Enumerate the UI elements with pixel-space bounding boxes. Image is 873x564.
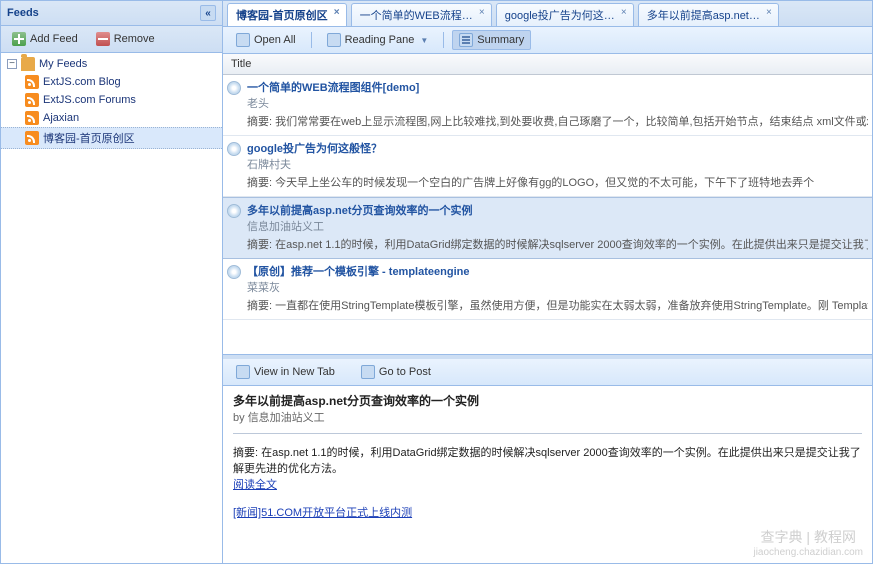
grid-row[interactable]: google投广告为何这般怪？ 石牌村夫 摘要: 今天早上坐公车的时候发现一个空… bbox=[223, 136, 872, 197]
summary-button[interactable]: Summary bbox=[452, 30, 531, 50]
row-content: 多年以前提高asp.net分页查询效率的一个实例 信息加油站义工 摘要: 在as… bbox=[247, 202, 868, 252]
row-content: google投广告为何这般怪？ 石牌村夫 摘要: 今天早上坐公车的时候发现一个空… bbox=[247, 140, 868, 190]
tab[interactable]: 多年以前提高asp.net… × bbox=[638, 3, 779, 26]
collapse-icon[interactable]: − bbox=[7, 59, 17, 69]
tab-label: 博客园-首页原创区 bbox=[236, 10, 328, 22]
separator bbox=[443, 32, 444, 48]
tab-close-icon[interactable]: × bbox=[331, 7, 343, 19]
tree-root-node[interactable]: − My Feeds bbox=[1, 55, 222, 73]
unread-icon bbox=[227, 81, 241, 95]
read-full-link[interactable]: 阅读全文 bbox=[233, 479, 277, 491]
feed-tree: − My Feeds ExtJS.com Blog ExtJS.com Foru… bbox=[1, 53, 222, 563]
remove-feed-label: Remove bbox=[114, 33, 155, 45]
add-feed-label: Add Feed bbox=[30, 33, 78, 45]
preview-title: 多年以前提高asp.net分页查询效率的一个实例 bbox=[233, 392, 862, 409]
row-title: 一个简单的WEB流程图组件[demo] bbox=[247, 79, 868, 95]
tab[interactable]: google投广告为何这… × bbox=[496, 3, 634, 26]
tree-root-label: My Feeds bbox=[39, 58, 87, 70]
preview-author-name: 信息加油站义工 bbox=[248, 412, 325, 424]
rss-icon bbox=[25, 75, 39, 89]
open-all-icon bbox=[236, 33, 250, 47]
tab-close-icon[interactable]: × bbox=[763, 7, 775, 19]
tab-label: 一个简单的WEB流程… bbox=[360, 10, 473, 22]
preview-body[interactable]: 多年以前提高asp.net分页查询效率的一个实例 by 信息加油站义工 摘要: … bbox=[223, 386, 872, 526]
row-summary: 摘要: 今天早上坐公车的时候发现一个空白的广告牌上好像有gg的LOGO，但又觉的… bbox=[247, 174, 868, 190]
feeds-panel-title: Feeds bbox=[7, 7, 39, 19]
feeds-panel: Feeds « Add Feed Remove − My Feeds ExtJS… bbox=[1, 1, 223, 563]
preview-toolbar: View in New Tab Go to Post bbox=[223, 359, 872, 386]
remove-feed-button[interactable]: Remove bbox=[89, 29, 162, 49]
grid-header[interactable]: Title bbox=[223, 54, 872, 75]
row-title: google投广告为何这般怪？ bbox=[247, 140, 868, 156]
tab-label: 多年以前提高asp.net… bbox=[647, 10, 760, 22]
rss-icon bbox=[25, 131, 39, 145]
grid-body[interactable]: 一个简单的WEB流程图组件[demo] 老头 摘要: 我们常常要在web上显示流… bbox=[223, 75, 872, 355]
unread-icon bbox=[227, 265, 241, 279]
feed-item[interactable]: ExtJS.com Forums bbox=[1, 91, 222, 109]
preview-author: by 信息加油站义工 bbox=[233, 409, 862, 434]
folder-open-icon bbox=[21, 57, 35, 71]
summary-label: Summary bbox=[477, 34, 524, 46]
grid-row-selected[interactable]: 多年以前提高asp.net分页查询效率的一个实例 信息加油站义工 摘要: 在as… bbox=[223, 197, 872, 259]
summary-icon bbox=[459, 33, 473, 47]
open-all-button[interactable]: Open All bbox=[229, 30, 303, 50]
row-summary: 摘要: 我们常常要在web上显示流程图,网上比较难找,到处要收费,自己琢磨了一个… bbox=[247, 113, 868, 129]
reading-pane-label: Reading Pane bbox=[345, 34, 415, 46]
preview-paragraph: 摘要: 在asp.net 1.1的时候，利用DataGrid绑定数据的时候解决s… bbox=[233, 444, 862, 476]
unread-icon bbox=[227, 204, 241, 218]
row-content: 一个简单的WEB流程图组件[demo] 老头 摘要: 我们常常要在web上显示流… bbox=[247, 79, 868, 129]
row-summary: 摘要: 在asp.net 1.1的时候，利用DataGrid绑定数据的时候解决s… bbox=[247, 236, 868, 252]
feed-item[interactable]: Ajaxian bbox=[1, 109, 222, 127]
feed-item[interactable]: ExtJS.com Blog bbox=[1, 73, 222, 91]
row-title: 【原创】推荐一个模板引擎 - templateengine bbox=[247, 263, 868, 279]
minus-icon bbox=[96, 32, 110, 46]
reading-pane-button[interactable]: Reading Pane ▼ bbox=[320, 30, 436, 50]
go-to-post-button[interactable]: Go to Post bbox=[354, 362, 438, 382]
row-author: 老头 bbox=[247, 95, 868, 111]
grid-toolbar: Open All Reading Pane ▼ Summary bbox=[223, 27, 872, 54]
main-area: 博客园-首页原创区 × 一个简单的WEB流程… × google投广告为何这… … bbox=[223, 1, 872, 563]
new-tab-icon bbox=[236, 365, 250, 379]
rss-icon bbox=[25, 111, 39, 125]
row-title: 多年以前提高asp.net分页查询效率的一个实例 bbox=[247, 202, 868, 218]
tab[interactable]: 一个简单的WEB流程… × bbox=[351, 3, 492, 26]
row-summary: 摘要: 一直都在使用StringTemplate模板引擎，虽然使用方便，但是功能… bbox=[247, 297, 868, 313]
tab-active[interactable]: 博客园-首页原创区 × bbox=[227, 3, 347, 26]
feed-label: 博客园-首页原创区 bbox=[43, 130, 135, 146]
tab-label: google投广告为何这… bbox=[505, 10, 615, 22]
row-author: 信息加油站义工 bbox=[247, 218, 868, 234]
collapse-west-button[interactable]: « bbox=[200, 5, 216, 21]
add-feed-button[interactable]: Add Feed bbox=[5, 29, 85, 49]
unread-icon bbox=[227, 142, 241, 156]
go-to-post-label: Go to Post bbox=[379, 366, 431, 378]
grid-row[interactable]: 【原创】推荐一个模板引擎 - templateengine 菜菜灰 摘要: 一直… bbox=[223, 259, 872, 320]
feed-item-selected[interactable]: 博客园-首页原创区 bbox=[1, 127, 222, 149]
view-new-tab-button[interactable]: View in New Tab bbox=[229, 362, 342, 382]
feed-label: Ajaxian bbox=[43, 112, 79, 124]
news-link[interactable]: [新闻]51.COM开放平台正式上线内测 bbox=[233, 507, 412, 519]
row-author: 石牌村夫 bbox=[247, 156, 868, 172]
grid-row[interactable]: 一个简单的WEB流程图组件[demo] 老头 摘要: 我们常常要在web上显示流… bbox=[223, 75, 872, 136]
feeds-panel-header: Feeds « bbox=[1, 1, 222, 26]
feed-label: ExtJS.com Forums bbox=[43, 94, 136, 106]
tab-strip: 博客园-首页原创区 × 一个简单的WEB流程… × google投广告为何这… … bbox=[223, 1, 872, 27]
reading-pane-icon bbox=[327, 33, 341, 47]
grid-header-title: Title bbox=[231, 58, 251, 70]
tab-close-icon[interactable]: × bbox=[618, 7, 630, 19]
feed-label: ExtJS.com Blog bbox=[43, 76, 121, 88]
by-prefix: by bbox=[233, 412, 248, 424]
go-icon bbox=[361, 365, 375, 379]
row-content: 【原创】推荐一个模板引擎 - templateengine 菜菜灰 摘要: 一直… bbox=[247, 263, 868, 313]
row-author: 菜菜灰 bbox=[247, 279, 868, 295]
separator bbox=[311, 32, 312, 48]
rss-icon bbox=[25, 93, 39, 107]
tab-close-icon[interactable]: × bbox=[476, 7, 488, 19]
view-new-tab-label: View in New Tab bbox=[254, 366, 335, 378]
chevron-down-icon: ▼ bbox=[420, 36, 428, 45]
open-all-label: Open All bbox=[254, 34, 296, 46]
plus-icon bbox=[12, 32, 26, 46]
feeds-toolbar: Add Feed Remove bbox=[1, 26, 222, 53]
preview-panel: View in New Tab Go to Post 多年以前提高asp.net… bbox=[223, 355, 872, 563]
